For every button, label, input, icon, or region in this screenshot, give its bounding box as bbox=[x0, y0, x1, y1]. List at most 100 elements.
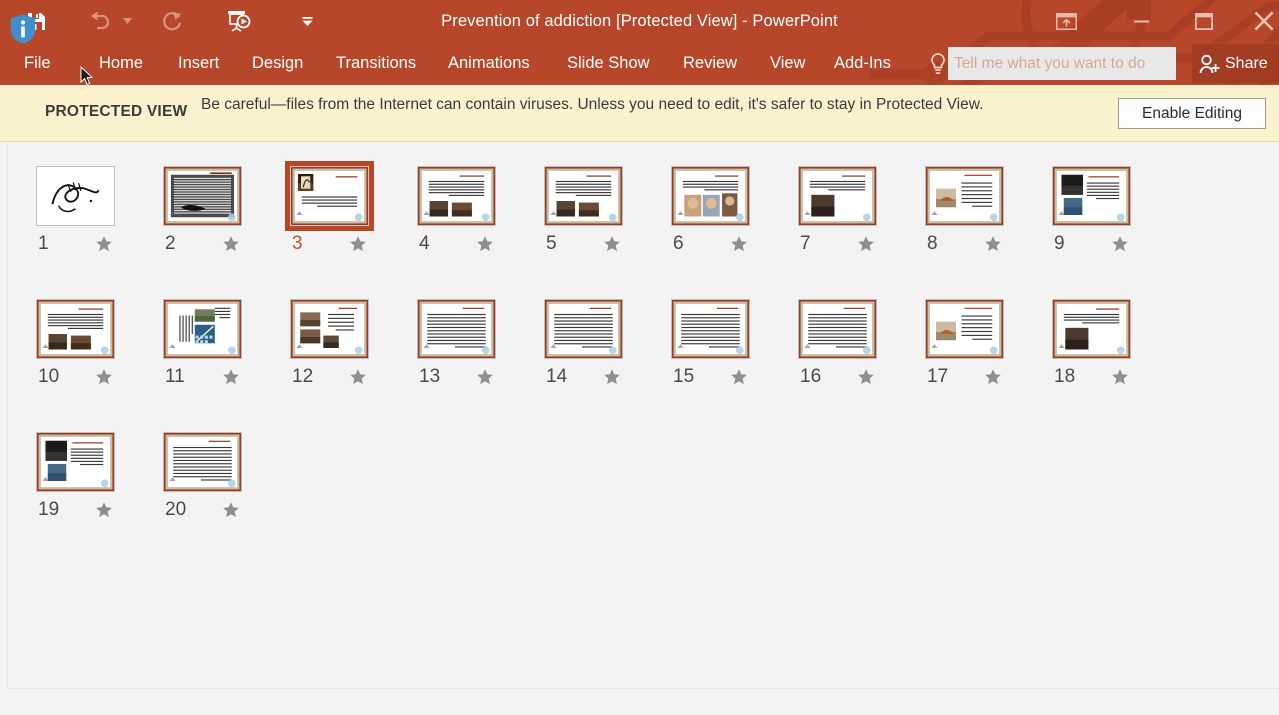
slide-preview[interactable] bbox=[163, 299, 242, 359]
star-icon[interactable] bbox=[222, 501, 240, 519]
slide-thumbnail-15[interactable]: 15 bbox=[671, 299, 798, 431]
customize-quick-access-toolbar-button[interactable] bbox=[294, 5, 320, 37]
slide-thumbnail-frame[interactable] bbox=[163, 432, 242, 492]
star-icon[interactable] bbox=[1111, 235, 1129, 253]
slide-thumbnail-frame[interactable] bbox=[925, 166, 1004, 226]
slide-thumbnail-frame[interactable] bbox=[36, 299, 115, 359]
slide-thumbnail-frame[interactable] bbox=[798, 299, 877, 359]
slide-thumbnail-frame[interactable] bbox=[417, 299, 496, 359]
slide-preview[interactable] bbox=[36, 432, 115, 492]
star-icon[interactable] bbox=[984, 235, 1002, 253]
star-icon[interactable] bbox=[95, 235, 113, 253]
slide-thumbnail-9[interactable]: 9 bbox=[1052, 166, 1179, 298]
slide-thumbnail-frame[interactable] bbox=[36, 432, 115, 492]
tab-design[interactable]: Design bbox=[252, 42, 303, 85]
slide-preview[interactable] bbox=[798, 166, 877, 226]
slide-thumbnail-frame[interactable] bbox=[798, 166, 877, 226]
slide-preview[interactable] bbox=[290, 166, 369, 226]
slide-preview[interactable] bbox=[36, 299, 115, 359]
slide-preview[interactable] bbox=[1052, 166, 1131, 226]
slide-preview[interactable] bbox=[1052, 299, 1131, 359]
slide-preview[interactable] bbox=[417, 166, 496, 226]
slide-preview[interactable] bbox=[417, 299, 496, 359]
slide-thumbnail-frame[interactable] bbox=[163, 299, 242, 359]
slide-thumbnail-frame[interactable] bbox=[925, 299, 1004, 359]
slide-thumbnail-17[interactable]: 17 bbox=[925, 299, 1052, 431]
close-button[interactable] bbox=[1248, 0, 1279, 42]
slide-thumbnail-frame[interactable] bbox=[671, 166, 750, 226]
slide-thumbnail-10[interactable]: 10 bbox=[36, 299, 163, 431]
star-icon[interactable] bbox=[603, 235, 621, 253]
star-icon[interactable] bbox=[222, 368, 240, 386]
slide-thumbnail-frame[interactable] bbox=[1052, 299, 1131, 359]
slide-preview[interactable] bbox=[544, 166, 623, 226]
share-button[interactable]: Share bbox=[1192, 44, 1279, 83]
slide-thumbnail-11[interactable]: 11 bbox=[163, 299, 290, 431]
start-from-beginning-button[interactable] bbox=[223, 5, 255, 37]
slide-preview[interactable] bbox=[671, 166, 750, 226]
slide-thumbnail-5[interactable]: 5 bbox=[544, 166, 671, 298]
star-icon[interactable] bbox=[222, 235, 240, 253]
star-icon[interactable] bbox=[984, 368, 1002, 386]
slide-preview[interactable] bbox=[925, 299, 1004, 359]
tab-add-ins[interactable]: Add-Ins bbox=[834, 42, 891, 85]
slide-thumbnail-frame[interactable] bbox=[1052, 166, 1131, 226]
slide-thumbnail-18[interactable]: 18 bbox=[1052, 299, 1179, 431]
slide-preview[interactable] bbox=[163, 432, 242, 492]
slide-thumbnail-frame[interactable] bbox=[163, 166, 242, 226]
slide-thumbnail-frame[interactable] bbox=[544, 166, 623, 226]
slide-preview[interactable] bbox=[671, 299, 750, 359]
star-icon[interactable] bbox=[349, 368, 367, 386]
star-icon[interactable] bbox=[476, 235, 494, 253]
slide-thumbnail-20[interactable]: 20 bbox=[163, 432, 290, 564]
tab-file[interactable]: File bbox=[24, 42, 51, 85]
tab-review[interactable]: Review bbox=[683, 42, 737, 85]
slide-thumbnail-4[interactable]: 4 bbox=[417, 166, 544, 298]
slide-thumbnail-frame[interactable] bbox=[285, 161, 374, 231]
slide-thumbnail-frame[interactable] bbox=[544, 299, 623, 359]
tab-transitions[interactable]: Transitions bbox=[336, 42, 416, 85]
maximize-button[interactable] bbox=[1181, 0, 1227, 42]
slide-preview[interactable] bbox=[163, 166, 242, 226]
star-icon[interactable] bbox=[730, 368, 748, 386]
minimize-button[interactable] bbox=[1118, 0, 1164, 42]
tab-animations[interactable]: Animations bbox=[448, 42, 530, 85]
slide-thumbnail-frame[interactable] bbox=[36, 166, 115, 226]
slide-thumbnail-8[interactable]: 8 bbox=[925, 166, 1052, 298]
star-icon[interactable] bbox=[95, 501, 113, 519]
slide-preview[interactable] bbox=[544, 299, 623, 359]
tab-home[interactable]: Home bbox=[99, 42, 143, 85]
slide-thumbnail-frame[interactable] bbox=[671, 299, 750, 359]
slide-thumbnail-16[interactable]: 16 bbox=[798, 299, 925, 431]
redo-button[interactable] bbox=[156, 5, 188, 37]
star-icon[interactable] bbox=[1111, 368, 1129, 386]
slide-preview[interactable] bbox=[36, 166, 115, 226]
undo-button[interactable] bbox=[84, 5, 116, 37]
ribbon-display-options-button[interactable] bbox=[1043, 0, 1089, 42]
star-icon[interactable] bbox=[730, 235, 748, 253]
slide-sorter-pane[interactable]: 1 2 3 4 5 6 7 8 9 10 11 12 13 14 15 16 17 18 19 20 bbox=[0, 142, 1279, 715]
slide-thumbnail-14[interactable]: 14 bbox=[544, 299, 671, 431]
slide-thumbnail-frame[interactable] bbox=[417, 166, 496, 226]
enable-editing-button[interactable]: Enable Editing bbox=[1118, 98, 1266, 129]
tab-insert[interactable]: Insert bbox=[178, 42, 219, 85]
slide-thumbnail-19[interactable]: 19 bbox=[36, 432, 163, 564]
slide-thumbnail-13[interactable]: 13 bbox=[417, 299, 544, 431]
slide-thumbnail-2[interactable]: 2 bbox=[163, 166, 290, 298]
slide-thumbnail-7[interactable]: 7 bbox=[798, 166, 925, 298]
slide-thumbnail-frame[interactable] bbox=[290, 299, 369, 359]
slide-thumbnail-12[interactable]: 12 bbox=[290, 299, 417, 431]
star-icon[interactable] bbox=[476, 368, 494, 386]
star-icon[interactable] bbox=[349, 235, 367, 253]
tab-slide-show[interactable]: Slide Show bbox=[567, 42, 650, 85]
slide-preview[interactable] bbox=[798, 299, 877, 359]
star-icon[interactable] bbox=[857, 368, 875, 386]
slide-preview[interactable] bbox=[290, 299, 369, 359]
slide-thumbnail-1[interactable]: 1 bbox=[36, 166, 163, 298]
slide-thumbnail-3[interactable]: 3 bbox=[285, 161, 417, 298]
star-icon[interactable] bbox=[95, 368, 113, 386]
star-icon[interactable] bbox=[857, 235, 875, 253]
star-icon[interactable] bbox=[603, 368, 621, 386]
slide-preview[interactable] bbox=[925, 166, 1004, 226]
tab-view[interactable]: View bbox=[770, 42, 805, 85]
